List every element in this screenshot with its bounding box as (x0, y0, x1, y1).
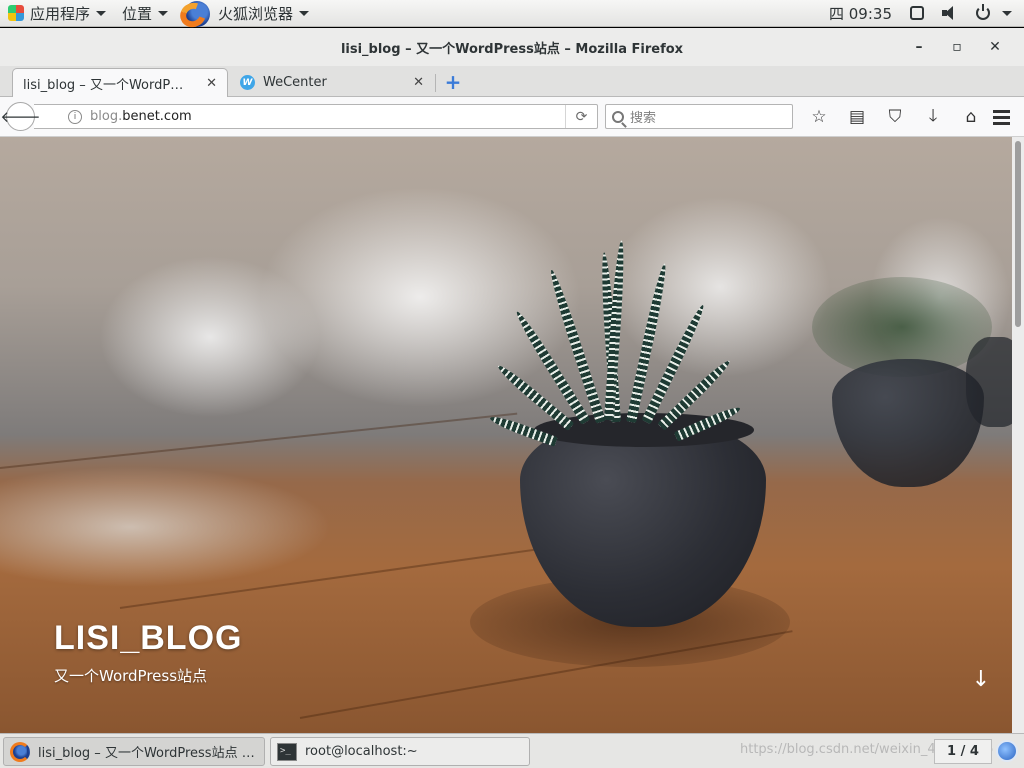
minimize-button[interactable]: – (900, 39, 938, 55)
url-text[interactable]: blog.benet.com (90, 109, 565, 124)
pocket-icon[interactable]: ⛉ (876, 97, 914, 137)
chevron-down-icon (96, 10, 107, 16)
close-tab-icon[interactable]: ✕ (413, 75, 424, 90)
window-title: lisi_blog – 又一个WordPress站点 – Mozilla Fir… (340, 41, 684, 57)
tab-title: lisi_blog – 又一个WordP… (23, 77, 184, 93)
taskbar-item-firefox[interactable]: lisi_blog – 又一个WordPress站点 … (3, 737, 265, 766)
workspace-pager[interactable]: 1 / 4 (934, 739, 992, 764)
firefox-icon (176, 0, 214, 31)
back-button[interactable]: 🡐 (0, 102, 41, 131)
succulent-plant (486, 232, 756, 447)
menu-button[interactable] (986, 97, 1016, 137)
search-input[interactable]: 搜索 (605, 104, 793, 129)
window-list-taskbar: lisi_blog – 又一个WordPress站点 … >_ root@loc… (0, 733, 1024, 768)
taskbar-item-terminal[interactable]: >_ root@localhost:~ (270, 737, 530, 766)
url-bar[interactable]: i blog.benet.com ⟳ (34, 104, 598, 129)
chevron-down-icon (299, 10, 310, 16)
back-arrow-icon: 🡐 (0, 108, 41, 126)
scrollbar-thumb[interactable] (1015, 141, 1021, 327)
site-title[interactable]: LISI_BLOG (54, 619, 242, 658)
applications-label: 应用程序 (30, 4, 91, 23)
chevron-down-icon (158, 10, 169, 16)
applications-menu[interactable]: 应用程序 (0, 0, 114, 27)
search-icon (612, 110, 624, 123)
close-button[interactable]: ✕ (976, 39, 1014, 55)
browser-app-label: 火狐浏览器 (218, 4, 294, 23)
window-titlebar[interactable]: lisi_blog – 又一个WordPress站点 – Mozilla Fir… (0, 28, 1024, 66)
places-label: 位置 (122, 4, 153, 23)
home-icon[interactable]: ⌂ (952, 97, 990, 137)
background-pot (832, 359, 984, 487)
firefox-icon (10, 741, 30, 762)
bookmark-star-icon[interactable]: ☆ (800, 97, 838, 137)
places-menu[interactable]: 位置 (114, 0, 176, 27)
workspace-indicator-icon[interactable] (996, 740, 1018, 762)
tab-lisi-blog[interactable]: lisi_blog – 又一个WordP… ✕ (12, 68, 228, 97)
system-top-bar: 应用程序 位置 火狐浏览器 四 09:35 (0, 0, 1024, 31)
terminal-icon: >_ (277, 742, 297, 761)
power-icon[interactable] (976, 4, 990, 20)
maximize-button[interactable]: ▫ (938, 39, 976, 55)
browser-app-menu[interactable]: 火狐浏览器 (176, 0, 317, 31)
volume-icon[interactable] (942, 6, 958, 20)
hero-header-image: LISI_BLOG 又一个WordPress站点 ↓ (0, 137, 1012, 733)
search-placeholder: 搜索 (630, 111, 657, 126)
reload-icon[interactable]: ⟳ (565, 105, 597, 128)
tab-strip: lisi_blog – 又一个WordP… ✕ W WeCenter ✕ + (0, 66, 1024, 97)
wecenter-favicon-icon: W (240, 75, 255, 90)
scroll-down-arrow-icon[interactable]: ↓ (966, 665, 996, 693)
close-tab-icon[interactable]: ✕ (206, 76, 217, 91)
reading-list-icon[interactable]: ▤ (838, 97, 876, 137)
page-scrollbar[interactable] (1012, 137, 1024, 733)
site-tagline: 又一个WordPress站点 (54, 667, 208, 685)
accessibility-icon[interactable] (910, 6, 924, 20)
url-subdomain: blog. (90, 109, 123, 124)
tab-separator (435, 74, 436, 92)
chevron-down-icon[interactable] (1002, 10, 1012, 16)
taskbar-item-label: root@localhost:~ (305, 744, 418, 759)
applications-icon (8, 5, 24, 21)
tab-title: WeCenter (263, 75, 327, 90)
url-host: benet.com (122, 109, 192, 124)
new-tab-button[interactable]: + (442, 69, 464, 95)
navigation-toolbar: i blog.benet.com ⟳ 🡐 搜索 ☆ ▤ ⛉ 🡓 ⌂ (0, 97, 1024, 137)
tab-wecenter[interactable]: W WeCenter ✕ (230, 68, 434, 97)
taskbar-item-label: lisi_blog – 又一个WordPress站点 … (38, 746, 255, 761)
site-info-icon[interactable]: i (68, 109, 82, 124)
download-icon[interactable]: 🡓 (914, 97, 952, 137)
clock[interactable]: 四 09:35 (821, 0, 900, 27)
